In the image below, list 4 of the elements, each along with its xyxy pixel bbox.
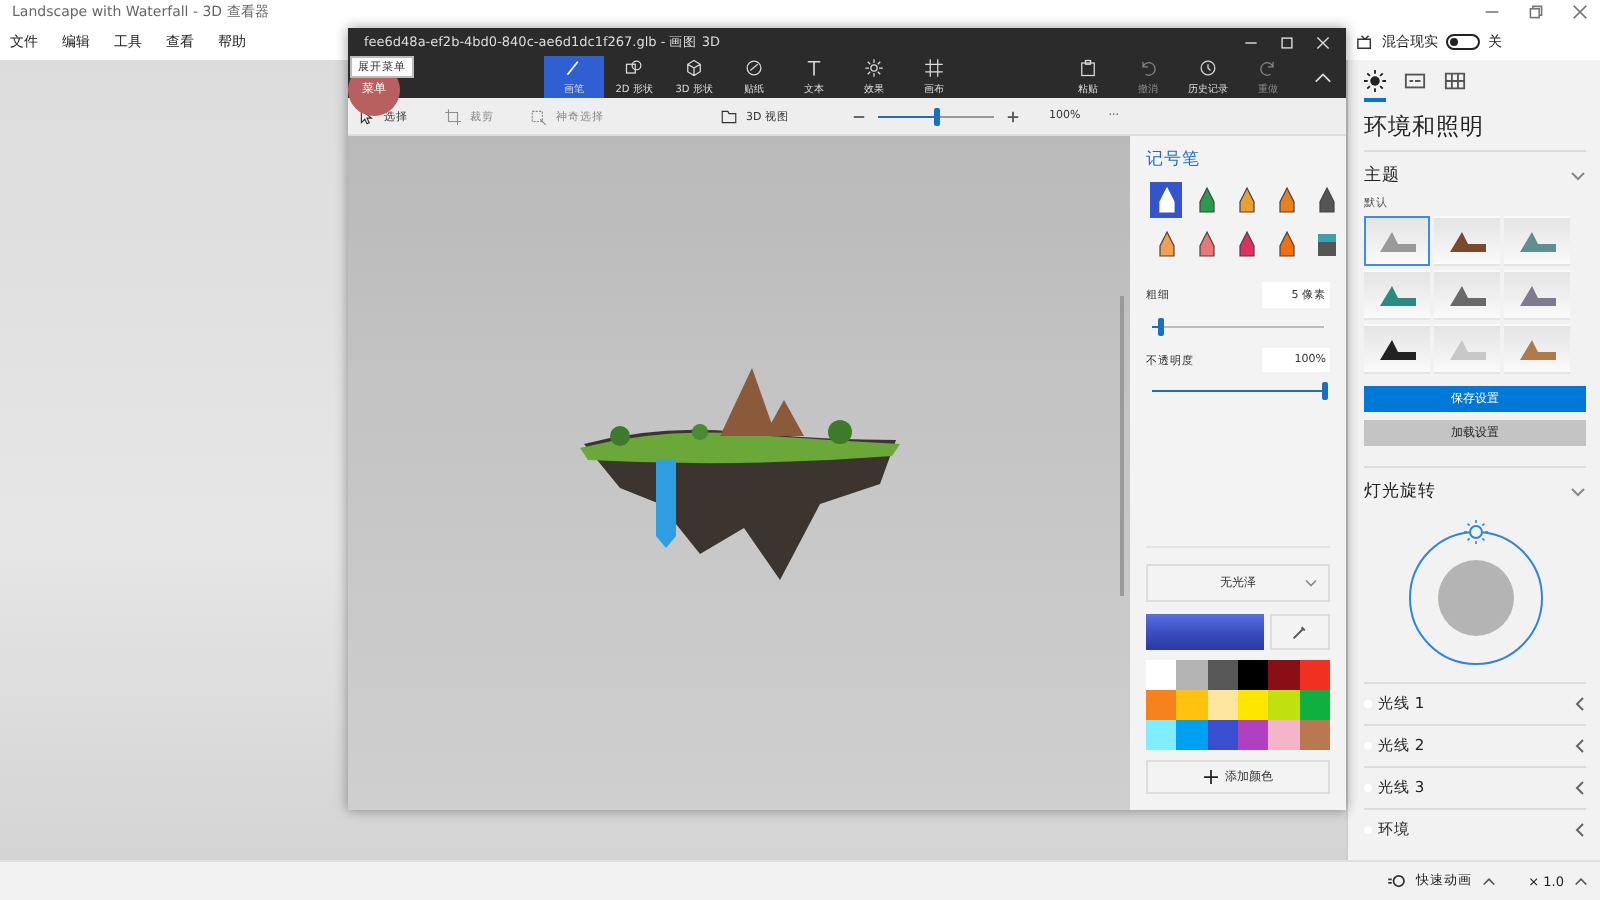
panel-heading: 环境和照明 <box>1364 112 1486 142</box>
section-title: 灯光旋转 <box>1364 480 1436 504</box>
panel-title: 记号笔 <box>1146 148 1202 172</box>
section-title: 主题 <box>1364 164 1400 188</box>
